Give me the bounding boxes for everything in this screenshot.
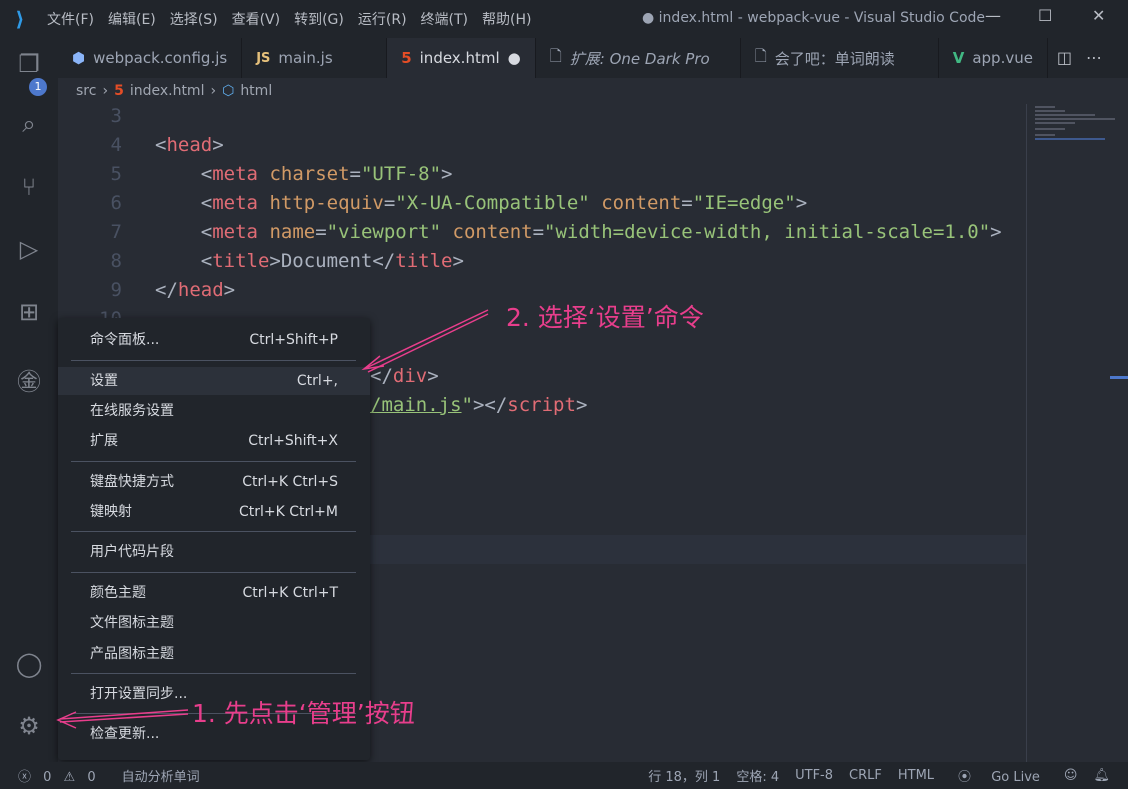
auto-analyze-words[interactable]: 自动分析单词	[122, 766, 200, 785]
notifications-bell-icon[interactable]: 🔔︎	[1093, 768, 1110, 783]
go-live-button[interactable]: ⦿ Go Live	[950, 766, 1048, 785]
encoding[interactable]: UTF-8	[795, 768, 833, 783]
broadcast-icon: ⦿	[958, 770, 972, 785]
language-mode[interactable]: HTML	[898, 768, 934, 783]
problems-status[interactable]: ⓧ 0 ⚠ 0	[18, 766, 104, 785]
annotation-step-2: 2. 选择‘设置’命令	[506, 303, 704, 332]
annotation-arrows	[56, 309, 489, 729]
indentation[interactable]: 空格: 4	[736, 766, 779, 785]
arrow-to-settings	[365, 309, 489, 369]
annotation-step-1: 1. 先点击‘管理’按钮	[192, 699, 415, 728]
line-ending[interactable]: CRLF	[849, 768, 882, 783]
feedback-icon[interactable]: ☺	[1064, 768, 1078, 783]
cursor-position[interactable]: 行 18，列 1	[648, 766, 720, 785]
status-bar: ⓧ 0 ⚠ 0 自动分析单词 行 18，列 1 空格: 4 UTF-8 CRLF…	[0, 762, 1128, 789]
